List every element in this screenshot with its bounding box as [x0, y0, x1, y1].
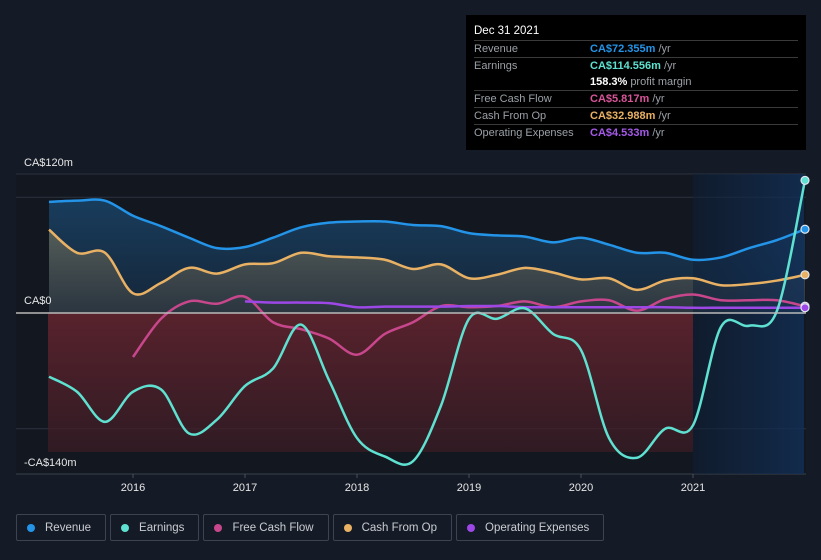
tooltip-label: Cash From Op	[474, 110, 547, 122]
legend-dot-icon	[467, 523, 476, 532]
tooltip-unit: /yr	[663, 60, 677, 72]
tooltip-value: CA$72.355m	[590, 43, 656, 55]
x-tick-label: 2017	[233, 482, 257, 494]
x-tick-label: 2019	[457, 482, 481, 494]
cash-from-op-end-marker	[800, 270, 810, 280]
legend-item-cash-from-op[interactable]: Cash From Op	[332, 514, 453, 541]
x-tick-label: 2020	[569, 482, 593, 494]
tooltip-label: Operating Expenses	[474, 127, 574, 139]
tooltip-row: Free Cash Flow CA$5.817m/yr	[474, 90, 798, 107]
tooltip-row: 158.3% profit margin	[474, 74, 798, 90]
x-tick-label: 2021	[681, 482, 705, 494]
highlight-region	[693, 174, 804, 474]
legend-item-free-cash-flow[interactable]: Free Cash Flow	[203, 514, 329, 541]
negative-area	[48, 313, 693, 452]
legend-label: Operating Expenses	[485, 521, 590, 534]
tooltip-value: CA$4.533m	[590, 127, 650, 139]
legend: Revenue Earnings Free Cash Flow Cash From O…	[16, 514, 605, 541]
tooltip-unit: profit margin	[630, 76, 692, 88]
tooltip-unit: /yr	[652, 93, 665, 105]
legend-dot-icon	[27, 523, 35, 532]
tooltip: Dec 31 2021 Revenue CA$72.355m/yr Earnings…	[466, 15, 806, 150]
y-tick-label: CA$0	[24, 295, 52, 307]
tooltip-row: Cash From Op CA$32.988m/yr	[474, 107, 798, 124]
tooltip-label: Free Cash Flow	[474, 93, 552, 105]
legend-dot-icon	[343, 523, 352, 532]
legend-label: Earnings	[139, 521, 185, 534]
legend-dot-icon	[214, 523, 223, 532]
legend-label: Free Cash Flow	[232, 521, 314, 534]
y-tick-label: -CA$140m	[24, 457, 77, 469]
tooltip-value: CA$114.556m	[590, 60, 661, 72]
tooltip-row: Operating Expenses CA$4.533m/yr	[474, 124, 798, 141]
x-tick-label: 2018	[345, 482, 369, 494]
y-tick-label: CA$120m	[24, 157, 73, 169]
legend-item-earnings[interactable]: Earnings	[110, 514, 200, 541]
tooltip-unit: /yr	[652, 127, 665, 139]
tooltip-row: Earnings CA$114.556m/yr	[474, 57, 798, 74]
legend-label: Cash From Op	[361, 521, 438, 534]
tooltip-value: 158.3%	[590, 76, 628, 88]
operating-expenses-end-marker	[800, 303, 810, 313]
tooltip-label: Revenue	[474, 43, 519, 55]
legend-item-operating-expenses[interactable]: Operating Expenses	[456, 514, 605, 541]
tooltip-unit: /yr	[658, 110, 671, 122]
legend-dot-icon	[121, 523, 130, 532]
tooltip-row: Revenue CA$72.355m/yr	[474, 40, 798, 57]
revenue-end-marker	[800, 224, 810, 234]
legend-item-revenue[interactable]: Revenue	[16, 514, 107, 541]
tooltip-label: Earnings	[474, 60, 518, 72]
tooltip-value: CA$5.817m	[590, 93, 650, 105]
tooltip-unit: /yr	[658, 43, 671, 55]
tooltip-label	[474, 74, 590, 90]
legend-label: Revenue	[45, 521, 92, 534]
tooltip-value: CA$32.988m	[590, 110, 656, 122]
x-tick-label: 2016	[121, 482, 145, 494]
earnings-end-marker	[800, 175, 810, 185]
tooltip-date: Dec 31 2021	[474, 25, 540, 37]
